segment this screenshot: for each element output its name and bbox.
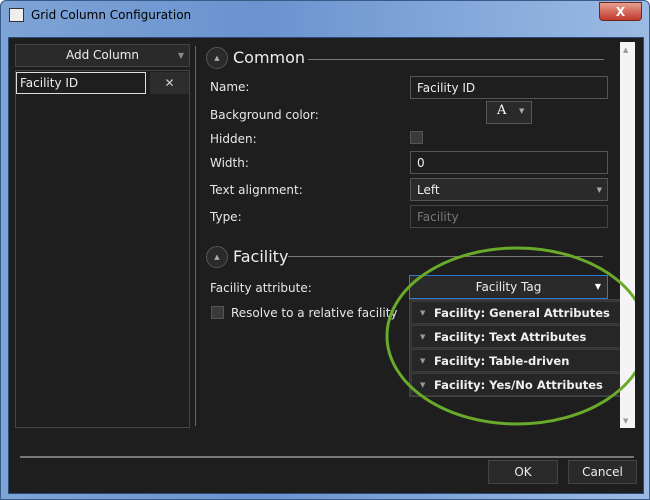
divider <box>308 59 604 60</box>
remove-column-icon[interactable]: ✕ <box>150 72 189 94</box>
type-label: Type: <box>210 210 242 224</box>
facility-attribute-label: Facility attribute: <box>210 281 312 295</box>
scroll-up-icon[interactable]: ▲ <box>623 46 628 54</box>
column-item-input[interactable]: Facility ID <box>16 72 146 94</box>
resolve-relative-checkbox[interactable] <box>211 306 224 319</box>
ok-button[interactable]: OK <box>488 460 558 484</box>
footer-divider <box>20 456 634 458</box>
app-icon <box>9 8 24 22</box>
width-input[interactable]: 0 <box>410 151 608 174</box>
text-alignment-value: Left <box>417 183 440 197</box>
window-title: Grid Column Configuration <box>31 8 192 22</box>
facility-header: Facility <box>233 247 289 266</box>
hidden-checkbox[interactable] <box>410 131 423 144</box>
text-alignment-select[interactable]: Left ▼ <box>410 178 608 201</box>
chevron-down-icon: ▼ <box>519 107 525 115</box>
cancel-button[interactable]: Cancel <box>568 460 637 484</box>
width-label: Width: <box>210 156 249 170</box>
hidden-label: Hidden: <box>210 132 257 146</box>
chevron-down-icon: ▼ <box>177 51 184 60</box>
close-button[interactable]: X <box>599 2 642 21</box>
annotation-ellipse <box>385 246 635 426</box>
add-column-label: Add Column <box>65 48 139 62</box>
background-color-label: Background color: <box>210 108 319 122</box>
text-alignment-label: Text alignment: <box>210 183 303 197</box>
collapse-common-icon[interactable]: ▲ <box>206 47 228 69</box>
resolve-relative-label[interactable]: Resolve to a relative facility <box>231 306 398 320</box>
type-input: Facility <box>410 205 608 228</box>
name-input[interactable]: Facility ID <box>410 76 608 99</box>
column-list <box>15 70 190 428</box>
common-header: Common <box>233 48 306 67</box>
chevron-down-icon: ▼ <box>596 186 602 194</box>
background-color-picker[interactable]: A ▼ <box>486 101 532 124</box>
collapse-facility-icon[interactable]: ▲ <box>206 246 228 268</box>
font-color-icon: A <box>497 103 507 118</box>
name-label: Name: <box>210 80 250 94</box>
add-column-button[interactable]: Add Column ▼ <box>15 44 190 67</box>
splitter[interactable] <box>195 46 196 426</box>
